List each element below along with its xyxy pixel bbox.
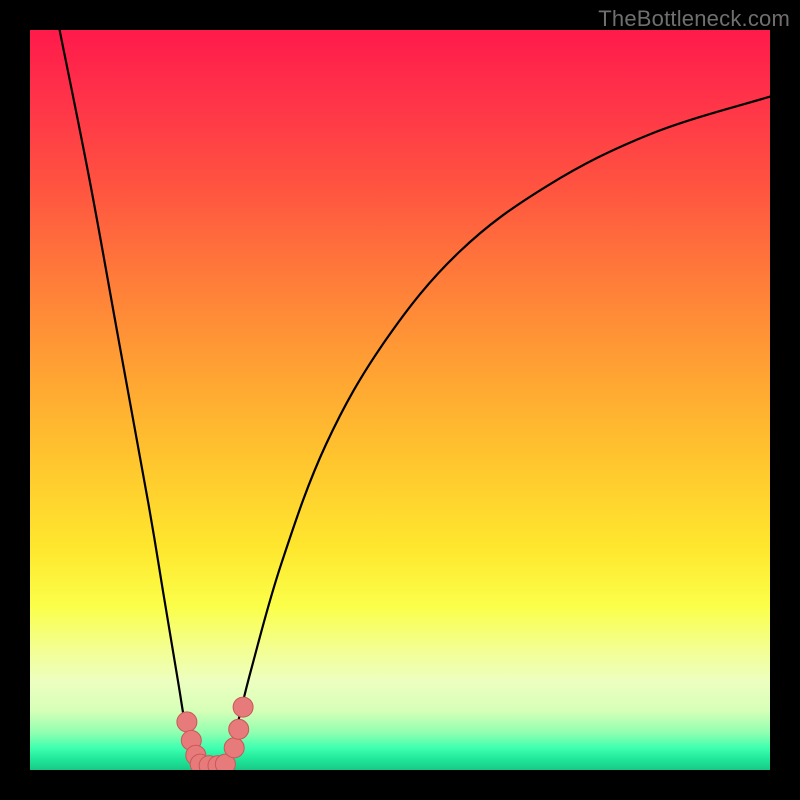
trough-marker xyxy=(233,697,253,717)
curve-group xyxy=(60,30,770,770)
trough-marker-group xyxy=(177,697,253,770)
bottleneck-curve-svg xyxy=(30,30,770,770)
bottleneck-curve-path xyxy=(60,30,770,770)
trough-marker xyxy=(229,719,249,739)
watermark-text: TheBottleneck.com xyxy=(598,6,790,32)
trough-marker xyxy=(177,712,197,732)
chart-frame: TheBottleneck.com xyxy=(0,0,800,800)
trough-marker xyxy=(224,738,244,758)
plot-area xyxy=(30,30,770,770)
